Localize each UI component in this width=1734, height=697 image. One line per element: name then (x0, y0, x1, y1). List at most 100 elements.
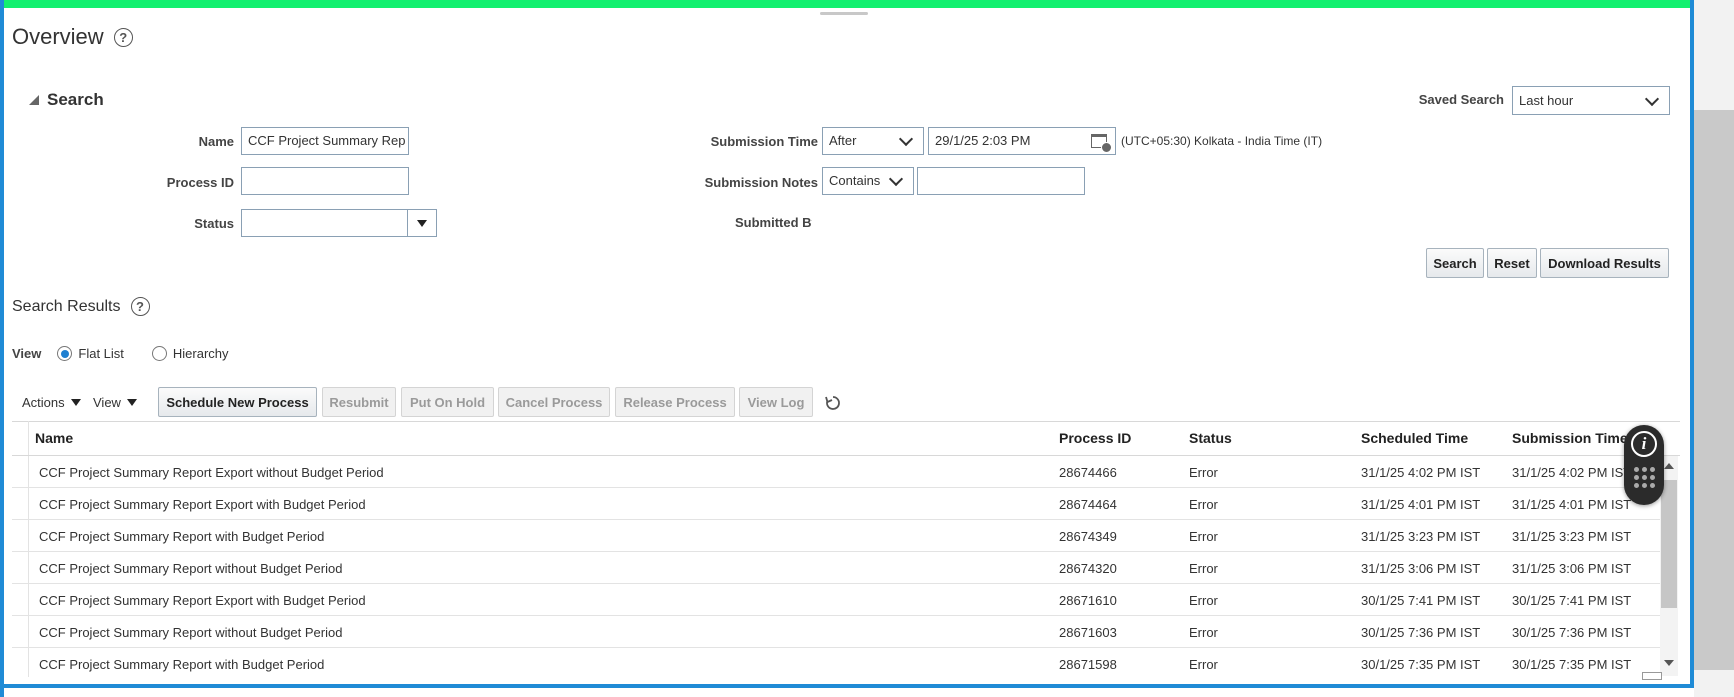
cell-scheduled: 31/1/25 3:06 PM IST (1361, 561, 1481, 576)
view-menu[interactable]: View (93, 395, 137, 410)
table-top-border (12, 421, 1680, 422)
table-row[interactable]: CCF Project Summary Report without Budge… (12, 552, 1660, 584)
cell-status: Error (1189, 497, 1218, 512)
submission-time-value: 29/1/25 2:03 PM (935, 133, 1031, 148)
search-button[interactable]: Search (1426, 248, 1484, 278)
submission-time-input[interactable]: 29/1/25 2:03 PM (928, 127, 1116, 155)
put-on-hold-button[interactable]: Put On Hold (401, 387, 494, 417)
caret-down-icon (126, 399, 137, 406)
cell-name: CCF Project Summary Report Export withou… (39, 465, 384, 480)
search-section-title: Search (47, 90, 104, 109)
grid-dots-icon[interactable] (1633, 467, 1655, 488)
column-header-name[interactable]: Name (35, 430, 73, 446)
reset-button[interactable]: Reset (1487, 248, 1537, 278)
radio-flat-list[interactable] (57, 346, 73, 361)
page-header: Overview ? (12, 24, 133, 50)
table-row[interactable]: CCF Project Summary Report Export with B… (12, 584, 1660, 616)
name-input[interactable]: CCF Project Summary Rep (241, 127, 409, 155)
cell-process-id: 28671598 (1059, 657, 1117, 672)
cell-process-id: 28674466 (1059, 465, 1117, 480)
page-scrollbar-thumb[interactable] (1694, 110, 1734, 670)
status-label: Status (194, 216, 234, 231)
search-results-header: Search Results ? (12, 297, 150, 316)
cell-process-id: 28671610 (1059, 593, 1117, 608)
radio-hierarchy-label[interactable]: Hierarchy (173, 346, 229, 361)
radio-selected-dot (60, 349, 69, 358)
submission-notes-input[interactable] (917, 167, 1085, 195)
drag-handle[interactable] (820, 12, 868, 15)
collapse-triangle-icon[interactable] (29, 95, 39, 105)
view-toggle: View Flat List Hierarchy (12, 346, 229, 361)
submission-notes-operator-value: Contains (829, 173, 881, 188)
submission-notes-label: Submission Notes (704, 175, 818, 190)
help-icon[interactable]: ? (113, 27, 133, 47)
scroll-to-top-button[interactable] (1642, 672, 1662, 680)
floating-assistant-widget[interactable]: i (1624, 425, 1664, 505)
table-row[interactable]: CCF Project Summary Report Export with B… (12, 488, 1660, 520)
search-results-title: Search Results (12, 297, 121, 315)
status-combobox[interactable] (241, 209, 437, 237)
scroll-up-arrow-icon[interactable] (1664, 463, 1674, 469)
view-menu-label: View (93, 395, 121, 410)
cell-submitted: 30/1/25 7:35 PM IST (1512, 657, 1632, 672)
cell-process-id: 28671603 (1059, 625, 1117, 640)
cell-name: CCF Project Summary Report without Budge… (39, 561, 343, 576)
release-process-button[interactable]: Release Process (615, 387, 735, 417)
cell-submitted: 31/1/25 4:02 PM IST (1512, 465, 1632, 480)
cell-scheduled: 30/1/25 7:41 PM IST (1361, 593, 1481, 608)
help-icon[interactable]: ? (130, 297, 150, 316)
column-header-submission-time[interactable]: Submission Time (1512, 430, 1628, 446)
cell-name: CCF Project Summary Report Export with B… (39, 497, 366, 512)
refresh-icon[interactable] (823, 393, 843, 413)
cell-status: Error (1189, 529, 1218, 544)
cell-status: Error (1189, 593, 1218, 608)
radio-flat-list-label[interactable]: Flat List (78, 346, 124, 361)
frame-border-bottom (0, 684, 1700, 688)
column-header-process-id[interactable]: Process ID (1059, 430, 1131, 446)
saved-search-value: Last hour (1519, 92, 1574, 108)
process-id-input[interactable] (241, 167, 409, 195)
table-row[interactable]: CCF Project Summary Report with Budget P… (12, 648, 1660, 676)
saved-search-label: Saved Search (1418, 92, 1504, 107)
chevron-down-icon (1644, 91, 1660, 106)
cell-scheduled: 31/1/25 3:23 PM IST (1361, 529, 1481, 544)
timezone-text: (UTC+05:30) Kolkata - India Time (IT) (1121, 134, 1323, 148)
table-row[interactable]: CCF Project Summary Report without Budge… (12, 616, 1660, 648)
cell-submitted: 31/1/25 4:01 PM IST (1512, 497, 1632, 512)
page-title: Overview (12, 24, 104, 49)
process-id-label: Process ID (166, 175, 234, 190)
calendar-clock-icon[interactable] (1091, 134, 1112, 153)
info-icon[interactable]: i (1631, 431, 1657, 457)
cell-status: Error (1189, 561, 1218, 576)
caret-down-icon (70, 399, 81, 406)
submission-notes-operator-select[interactable]: Contains (822, 167, 914, 195)
table-row[interactable]: CCF Project Summary Report with Budget P… (12, 520, 1660, 552)
table-row[interactable]: CCF Project Summary Report Export withou… (12, 456, 1660, 488)
cell-submitted: 31/1/25 3:06 PM IST (1512, 561, 1632, 576)
schedule-new-process-button[interactable]: Schedule New Process (158, 387, 317, 417)
column-header-scheduled-time[interactable]: Scheduled Time (1361, 430, 1468, 446)
table-scrollbar-thumb[interactable] (1661, 480, 1677, 608)
submitted-by-label-text: Submitted By (735, 215, 812, 230)
status-dropdown-button[interactable] (407, 210, 436, 236)
download-results-button[interactable]: Download Results (1540, 248, 1669, 278)
top-accent-bar (0, 0, 1690, 8)
cell-scheduled: 31/1/25 4:02 PM IST (1361, 465, 1481, 480)
actions-menu[interactable]: Actions (22, 395, 81, 410)
scroll-down-arrow-icon[interactable] (1664, 660, 1674, 666)
submission-time-operator-select[interactable]: After (822, 127, 924, 155)
cell-name: CCF Project Summary Report with Budget P… (39, 529, 325, 544)
search-section-header[interactable]: Search (29, 90, 104, 110)
cancel-process-button[interactable]: Cancel Process (498, 387, 610, 417)
radio-hierarchy[interactable] (151, 346, 167, 361)
submission-time-operator-value: After (829, 133, 857, 148)
results-table-body: CCF Project Summary Report Export withou… (12, 456, 1660, 676)
chevron-down-icon (898, 131, 914, 147)
view-log-button[interactable]: View Log (739, 387, 813, 417)
frame-border-left (0, 0, 4, 697)
saved-search-select[interactable]: Last hour (1512, 86, 1670, 115)
column-header-status[interactable]: Status (1189, 430, 1232, 446)
resubmit-button[interactable]: Resubmit (322, 387, 396, 417)
cell-status: Error (1189, 625, 1218, 640)
cell-submitted: 30/1/25 7:36 PM IST (1512, 625, 1632, 640)
